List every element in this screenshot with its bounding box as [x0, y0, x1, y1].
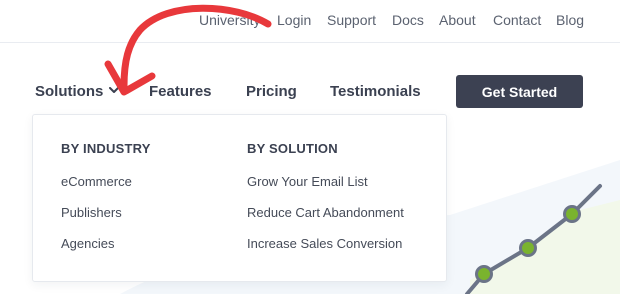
nav-testimonials-link[interactable]: Testimonials	[330, 83, 421, 100]
get-started-button[interactable]: Get Started	[456, 75, 583, 108]
contact-link[interactable]: Contact	[493, 12, 541, 28]
top-utility-bar: University Login Support Docs About Cont…	[0, 0, 620, 43]
by-industry-heading: BY INDUSTRY	[61, 141, 151, 156]
menu-item-ecommerce[interactable]: eCommerce	[61, 174, 132, 189]
login-link[interactable]: Login	[277, 12, 311, 28]
nav-features-link[interactable]: Features	[149, 83, 212, 100]
university-link[interactable]: University	[199, 12, 260, 28]
chart-point	[519, 239, 537, 257]
by-solution-heading: BY SOLUTION	[247, 141, 338, 156]
about-link[interactable]: About	[439, 12, 476, 28]
menu-item-reduce-cart-abandonment[interactable]: Reduce Cart Abandonment	[247, 205, 404, 220]
nav-pricing-link[interactable]: Pricing	[246, 83, 297, 100]
chevron-down-icon	[109, 87, 120, 94]
support-link[interactable]: Support	[327, 12, 376, 28]
docs-link[interactable]: Docs	[392, 12, 424, 28]
solutions-dropdown-menu: BY INDUSTRY eCommerce Publishers Agencie…	[32, 114, 447, 282]
blog-link[interactable]: Blog	[556, 12, 584, 28]
menu-item-grow-email-list[interactable]: Grow Your Email List	[247, 174, 368, 189]
menu-item-increase-sales-conversion[interactable]: Increase Sales Conversion	[247, 236, 402, 251]
menu-item-publishers[interactable]: Publishers	[61, 205, 122, 220]
chart-point	[563, 205, 581, 223]
menu-item-agencies[interactable]: Agencies	[61, 236, 114, 251]
chart-point	[475, 265, 493, 283]
nav-solutions-label: Solutions	[35, 83, 104, 100]
nav-solutions-menu[interactable]: Solutions	[35, 83, 120, 100]
